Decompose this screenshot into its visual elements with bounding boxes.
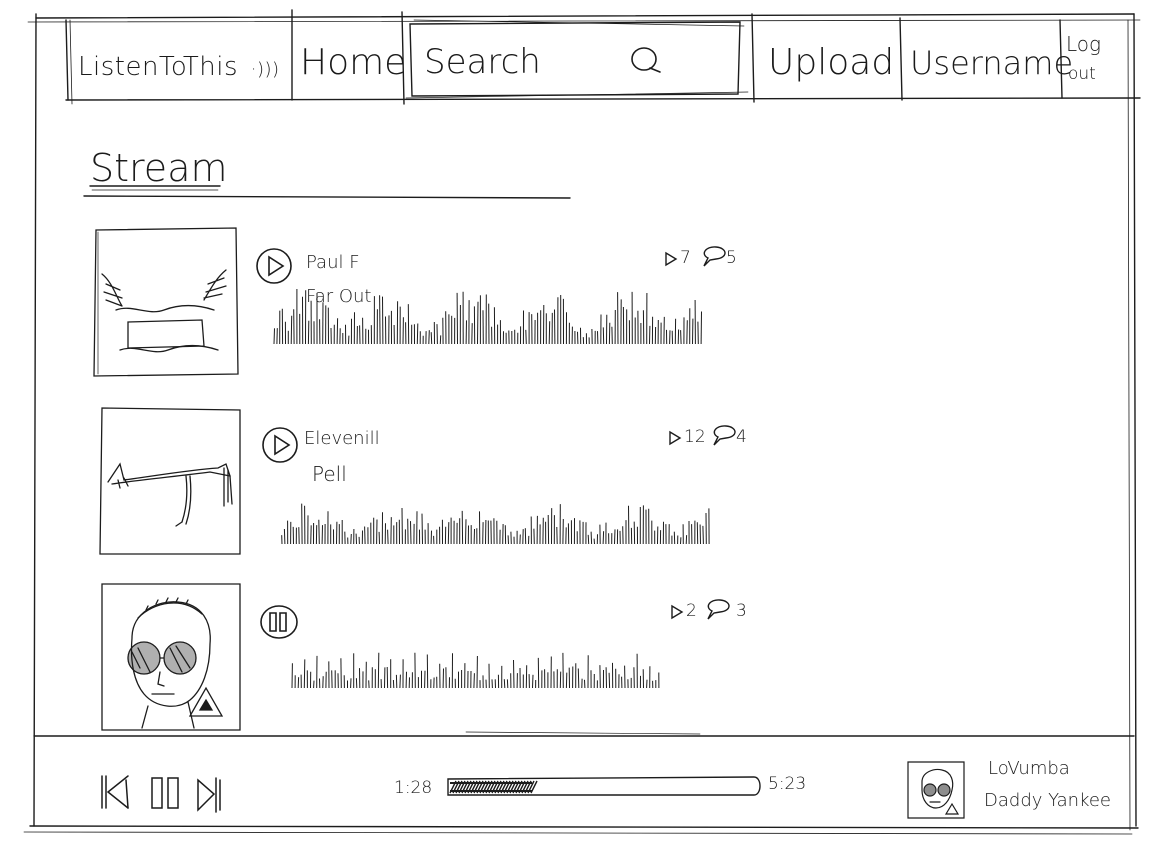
track-waveform[interactable]	[288, 626, 668, 692]
nav-upload-label: Upload	[768, 42, 895, 83]
logo-link[interactable]: ListenToThis ·)))	[70, 22, 290, 100]
comment-count: 4	[736, 427, 747, 447]
waveform-bar	[430, 332, 433, 345]
album-cover-levitating[interactable]	[98, 406, 244, 558]
now-playing-artist[interactable]: Daddy Yankee	[984, 790, 1111, 811]
total-duration: 5:23	[768, 774, 807, 794]
pause-icon[interactable]	[148, 774, 186, 812]
waveform-bar	[513, 659, 515, 689]
logout-button[interactable]: Log out	[1062, 22, 1132, 98]
waveform-bar	[532, 674, 534, 689]
waveform-bar	[377, 652, 380, 689]
nav-upload-link[interactable]: Upload	[756, 22, 898, 100]
waveform-bar	[290, 315, 293, 345]
waveform-bar	[477, 301, 479, 345]
album-cover-wings[interactable]	[92, 226, 240, 378]
search-input[interactable]: Search	[412, 24, 738, 94]
progress-bar[interactable]	[444, 774, 764, 800]
waveform-bar	[686, 320, 688, 345]
logo-text: ListenToThis	[78, 52, 239, 82]
comment-count: 5	[726, 248, 737, 268]
waveform-bar	[465, 519, 467, 545]
waveform-bar	[283, 528, 286, 545]
track-waveform[interactable]	[270, 278, 710, 372]
skip-back-icon[interactable]	[98, 772, 134, 812]
waveform-bar	[364, 526, 366, 545]
waveform-bar	[680, 330, 682, 345]
waveform-bar	[310, 525, 312, 545]
waveform-bar	[608, 672, 611, 689]
waveform-bar	[577, 668, 580, 689]
waveform-bar	[525, 329, 527, 345]
waveform-bar	[416, 323, 419, 345]
skip-forward-icon[interactable]	[194, 774, 224, 814]
waveform-bar	[428, 330, 430, 345]
waveform-bar	[590, 531, 593, 545]
waveform-bar	[410, 521, 412, 545]
waveform-bar	[336, 318, 339, 345]
logout-label-line1: Log	[1066, 32, 1102, 56]
waveform-bar	[303, 659, 306, 689]
now-playing-cover[interactable]	[906, 760, 966, 820]
play-icon[interactable]	[260, 425, 300, 465]
waveform-bar	[614, 529, 616, 545]
waveform-bar	[473, 673, 475, 689]
play-count-icon	[671, 604, 684, 620]
waveform-bar	[702, 525, 704, 545]
username-link[interactable]: Username	[904, 22, 1073, 100]
comment-count: 3	[736, 601, 747, 621]
waveform-bar	[602, 531, 605, 545]
waveform-bar	[447, 522, 450, 545]
track-waveform[interactable]	[278, 494, 718, 554]
play-count: 7	[680, 248, 691, 268]
play-count: 2	[686, 601, 697, 621]
waveform-bar	[421, 513, 423, 545]
waveform-bar	[273, 328, 275, 345]
now-playing-title[interactable]: LoVumba	[988, 758, 1070, 779]
track-title[interactable]: Pell	[312, 462, 347, 486]
progress-fill	[449, 780, 538, 794]
sound-waves-icon: ·)))	[250, 59, 280, 80]
logout-label-line2: out	[1068, 64, 1096, 84]
waveform-bar	[387, 529, 389, 545]
waveform-bar	[350, 533, 352, 545]
waveform-bar	[318, 519, 320, 545]
search-placeholder: Search	[424, 42, 541, 82]
waveform-bar	[379, 295, 381, 345]
elapsed-time: 1:28	[394, 778, 433, 798]
waveform-bar	[503, 679, 506, 689]
nav-home-label: Home	[300, 42, 407, 83]
play-count-icon	[669, 430, 682, 446]
waveform-bar	[548, 321, 551, 345]
waveform-bar	[587, 534, 590, 545]
stream-title: Stream	[90, 146, 228, 190]
track-artist[interactable]: Paul F	[306, 252, 360, 273]
search-icon[interactable]	[628, 44, 668, 80]
track-artist[interactable]: Elevenill	[304, 428, 380, 449]
username-label: Username	[910, 44, 1074, 82]
comment-icon	[707, 599, 730, 620]
waveform-bar	[399, 674, 401, 689]
play-count: 12	[684, 427, 706, 447]
play-count-icon	[665, 251, 678, 267]
album-cover-portrait[interactable]	[98, 582, 244, 732]
nav-home-link[interactable]: Home	[294, 22, 406, 100]
